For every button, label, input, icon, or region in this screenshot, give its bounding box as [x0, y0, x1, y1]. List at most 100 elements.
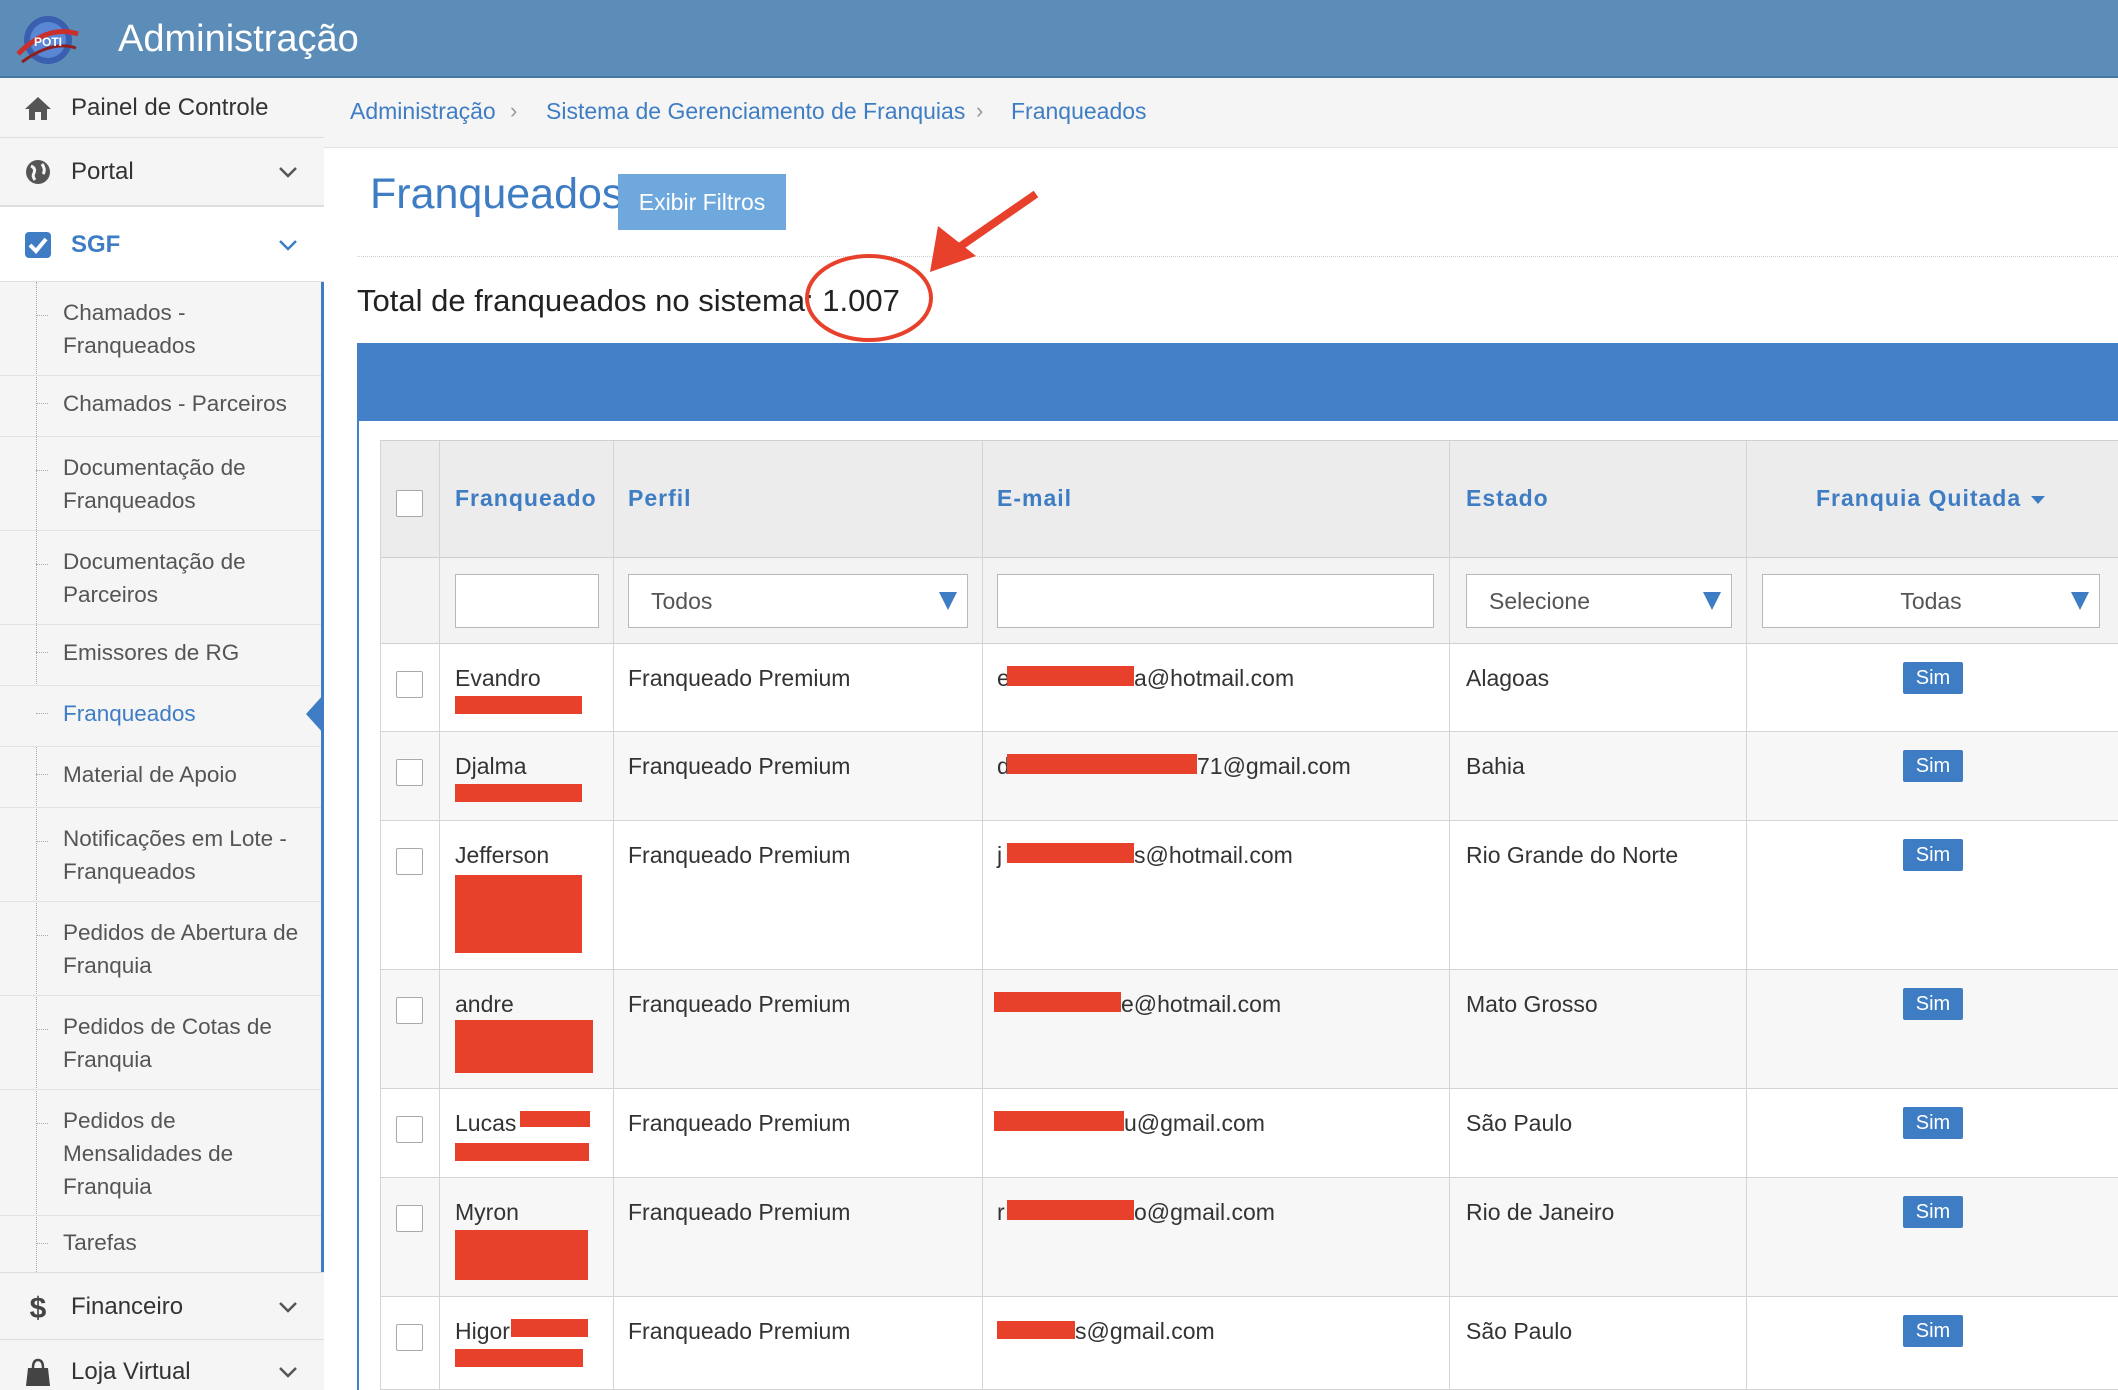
sidebar-subitem[interactable]: Pedidos de Cotas de Franquia	[0, 996, 321, 1090]
sort-desc-icon	[2031, 495, 2046, 504]
row-checkbox[interactable]	[396, 759, 423, 786]
sidebar-subitem[interactable]: Chamados - Parceiros	[0, 376, 321, 437]
sidebar-item-portal[interactable]: Portal	[0, 138, 324, 206]
franqueado-name[interactable]: Evandro	[455, 662, 541, 695]
dropdown-arrow-icon	[939, 592, 957, 610]
table-row[interactable]: Evandro Franqueado Premium e a@hotmail.c…	[380, 644, 2118, 732]
tree-tick	[36, 403, 48, 404]
chevron-down-icon[interactable]	[276, 1360, 300, 1384]
poti-logo[interactable]: POTI	[12, 4, 84, 76]
table-row[interactable]: andre Franqueado Premium e@hotmail.com M…	[380, 970, 2118, 1089]
perfil-filter-select[interactable]: Todos	[628, 574, 968, 628]
breadcrumb-item[interactable]: Franqueados	[1011, 98, 1147, 125]
table-row[interactable]: Myron Franqueado Premium r o@gmail.com R…	[380, 1178, 2118, 1297]
annotation-arrow-shaft	[955, 190, 1039, 252]
sidebar-subitem[interactable]: Documentação de Franqueados	[0, 437, 321, 531]
estado-filter-value: Selecione	[1489, 588, 1591, 614]
chevron-down-icon[interactable]	[276, 1295, 300, 1319]
column-divider	[380, 821, 381, 970]
chevron-down-icon[interactable]	[276, 160, 300, 184]
redaction-mark	[455, 1143, 589, 1161]
column-divider	[380, 441, 381, 559]
column-divider	[439, 558, 440, 644]
total-label: Total de franqueados no sistema:	[357, 283, 823, 318]
email-filter-input[interactable]	[997, 574, 1434, 628]
franqueado-name[interactable]: Lucas	[455, 1107, 516, 1140]
sidebar-subitem[interactable]: Emissores de RG	[0, 625, 321, 686]
perfil-cell: Franqueado Premium	[628, 665, 851, 691]
franqueado-name[interactable]: Higor	[455, 1315, 510, 1348]
column-divider	[380, 732, 381, 821]
table-row[interactable]: Jefferson Franqueado Premium j s@hotmail…	[380, 821, 2118, 970]
table-row[interactable]: Djalma Franqueado Premium d 71@gmail.com…	[380, 732, 2118, 821]
column-header-perfil[interactable]: Perfil	[628, 485, 692, 512]
breadcrumb-item[interactable]: Administração	[350, 98, 496, 125]
row-checkbox[interactable]	[396, 1205, 423, 1232]
sidebar-subitem[interactable]: Notificações em Lote - Franqueados	[0, 808, 321, 902]
redaction-mark	[511, 1319, 588, 1337]
sidebar-subitem[interactable]: Tarefas	[0, 1216, 321, 1272]
redaction-mark	[520, 1111, 590, 1127]
franqueado-name[interactable]: andre	[455, 988, 514, 1021]
total-value: 1.007	[822, 283, 900, 318]
column-divider	[1746, 732, 1747, 821]
sidebar-subitem[interactable]: Pedidos de Abertura de Franquia	[0, 902, 321, 996]
redaction-mark	[455, 1020, 593, 1073]
redaction-mark	[997, 1321, 1075, 1339]
sidebar-subitem-label: Chamados - Parceiros	[63, 391, 287, 416]
chevron-down-icon[interactable]	[276, 233, 300, 257]
sidebar-subitem-label: Notificações em Lote - Franqueados	[63, 826, 287, 884]
column-divider	[1746, 970, 1747, 1089]
franqueado-name[interactable]: Myron	[455, 1196, 519, 1229]
sidebar-subitem-label: Pedidos de Cotas de Franquia	[63, 1014, 272, 1072]
tree-tick	[36, 713, 48, 714]
column-header-franquia-quitada[interactable]: Franquia Quitada	[1816, 485, 2046, 512]
sidebar-item-painel[interactable]: Painel de Controle	[0, 78, 324, 138]
tree-tick	[36, 935, 48, 936]
column-divider	[613, 558, 614, 644]
row-checkbox[interactable]	[396, 1116, 423, 1143]
column-divider	[1449, 1089, 1450, 1178]
row-checkbox[interactable]	[396, 997, 423, 1024]
tree-tick	[36, 1029, 48, 1030]
table-row[interactable]: Higor Franqueado Premium s@gmail.com São…	[380, 1297, 2118, 1390]
quitada-badge: Sim	[1903, 1196, 1963, 1228]
column-header-email[interactable]: E-mail	[997, 485, 1072, 512]
column-divider	[439, 644, 440, 732]
table-row[interactable]: Lucas Franqueado Premium u@gmail.com São…	[380, 1089, 2118, 1178]
quitada-filter-select[interactable]: Todas	[1762, 574, 2100, 628]
column-divider	[439, 441, 440, 559]
row-checkbox[interactable]	[396, 848, 423, 875]
sidebar-item-loja[interactable]: Loja Virtual	[0, 1340, 324, 1390]
breadcrumb-item[interactable]: Sistema de Gerenciamento de Franquias	[546, 98, 965, 125]
sidebar-item-financeiro[interactable]: $ Financeiro	[0, 1272, 324, 1340]
column-divider	[613, 441, 614, 559]
column-header-estado[interactable]: Estado	[1466, 485, 1549, 512]
sidebar-item-sgf[interactable]: SGF	[0, 206, 324, 282]
row-checkbox[interactable]	[396, 671, 423, 698]
column-divider	[613, 732, 614, 821]
show-filters-button[interactable]: Exibir Filtros	[618, 174, 786, 230]
row-checkbox[interactable]	[396, 1324, 423, 1351]
sidebar-subitem[interactable]: Documentação de Parceiros	[0, 531, 321, 625]
sidebar-subitem-franqueados[interactable]: Franqueados	[0, 686, 321, 747]
redaction-mark	[1007, 1200, 1134, 1220]
tree-tick	[36, 470, 48, 471]
franqueado-name[interactable]: Jefferson	[455, 839, 549, 872]
column-divider	[982, 1297, 983, 1390]
column-header-franqueado[interactable]: Franqueado	[455, 485, 597, 512]
column-divider	[982, 441, 983, 559]
estado-filter-select[interactable]: Selecione	[1466, 574, 1732, 628]
sidebar-subitem[interactable]: Pedidos de Mensalidades de Franquia	[0, 1090, 321, 1216]
divider	[357, 256, 2118, 257]
sidebar-subitem[interactable]: Chamados - Franqueados	[0, 282, 321, 376]
svg-text:POTI: POTI	[34, 35, 62, 49]
franqueado-name[interactable]: Djalma	[455, 750, 527, 783]
franqueado-filter-input[interactable]	[455, 574, 599, 628]
sidebar-subitem[interactable]: Material de Apoio	[0, 747, 321, 808]
select-all-checkbox[interactable]	[396, 490, 423, 517]
column-divider	[613, 1178, 614, 1297]
perfil-cell: Franqueado Premium	[628, 1318, 851, 1344]
quitada-badge: Sim	[1903, 750, 1963, 782]
estado-cell: São Paulo	[1466, 1110, 1573, 1136]
